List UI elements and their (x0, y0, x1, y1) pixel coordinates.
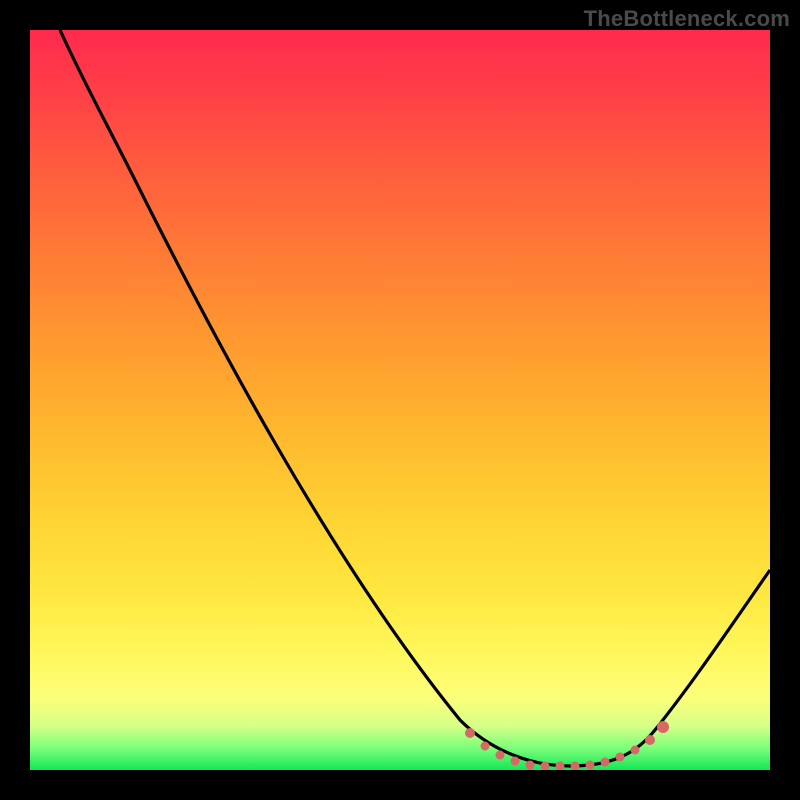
chart-container: TheBottleneck.com (0, 0, 800, 800)
plot-area (30, 30, 770, 770)
watermark-text: TheBottleneck.com (584, 6, 790, 32)
bottleneck-curve (30, 30, 770, 770)
curve-path (60, 30, 770, 766)
